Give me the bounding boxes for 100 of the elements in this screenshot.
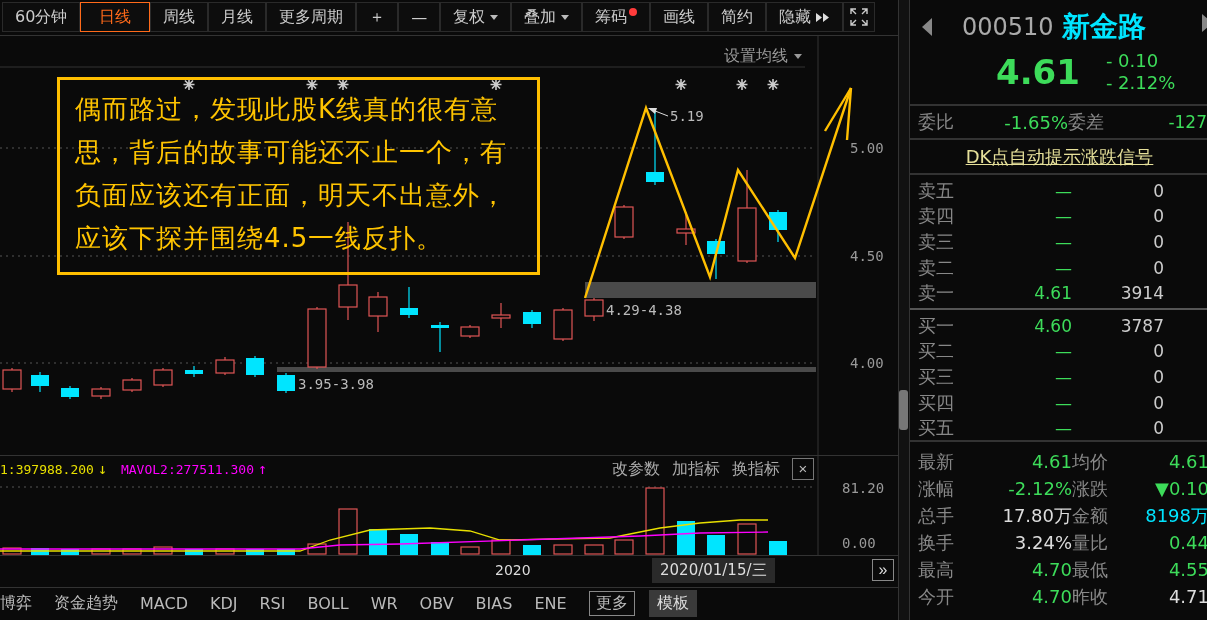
volume-bar: [246, 549, 264, 555]
indicator-tab[interactable]: KDJ: [209, 592, 238, 615]
close-button[interactable]: ×: [792, 458, 814, 480]
stat-label: 换手: [918, 530, 955, 555]
order-volume: 0: [1152, 206, 1164, 227]
candlestick: [431, 321, 449, 353]
period-tab[interactable]: 叠加: [511, 2, 583, 32]
order-volume: 0: [1152, 392, 1164, 413]
volume-bar: [707, 535, 725, 555]
stock-name: 新金路: [1061, 9, 1146, 45]
candlestick: [91, 386, 111, 400]
percent-change: - 2.12%: [1105, 72, 1176, 94]
double-triangle-icon: [816, 12, 831, 22]
period-tab[interactable]: —: [398, 2, 441, 32]
fullscreen-button[interactable]: [843, 2, 876, 32]
trend-arrow: ↑: [258, 460, 268, 478]
period-tab[interactable]: 复权: [440, 2, 512, 32]
fullscreen-icon: [850, 8, 869, 26]
period-tab[interactable]: 周线: [150, 2, 209, 32]
stat-label: 最新: [918, 449, 955, 474]
order-level-label: 买二: [918, 339, 955, 364]
panel-toggle-handle[interactable]: [899, 390, 908, 430]
price-axis-label: 4.50: [850, 248, 884, 264]
caret-icon: [794, 54, 802, 59]
order-level-label: 卖二: [918, 255, 955, 280]
candlestick: [61, 385, 79, 400]
year-label: 2020: [495, 562, 531, 578]
period-tab[interactable]: ＋: [356, 2, 399, 32]
stat-label: 最高: [918, 557, 955, 582]
stat-label: 昨收: [1072, 584, 1109, 609]
order-volume: 0: [1152, 257, 1164, 278]
order-price: —: [1054, 257, 1072, 278]
period-tab[interactable]: 简约: [708, 2, 767, 32]
indicator-tab[interactable]: 模板: [648, 590, 697, 617]
stat-value: 3.24%: [1013, 532, 1072, 553]
volume-axis-label: 0.00: [842, 535, 876, 551]
volume-bar: [523, 545, 541, 555]
indicator-action-button[interactable]: 改参数: [608, 458, 664, 480]
indicator-tab[interactable]: WR: [370, 592, 398, 615]
volume-bar: [61, 549, 79, 555]
stat-value: 4.70: [1030, 559, 1072, 580]
volume-bar: [185, 549, 203, 555]
indicator-action-button[interactable]: 换指标: [728, 458, 784, 480]
scroll-right-button[interactable]: »: [872, 559, 894, 581]
indicator-tab[interactable]: RSI: [259, 592, 286, 615]
field-value: -127: [1167, 112, 1207, 132]
period-tab[interactable]: 筹码: [582, 2, 651, 32]
order-volume: 0: [1152, 366, 1164, 387]
volume-bar: [677, 521, 695, 555]
indicator-tab[interactable]: 资金趋势: [54, 591, 118, 616]
order-volume: 3787: [1119, 315, 1164, 336]
signal-link[interactable]: DK点自动提示涨跌信号: [965, 144, 1154, 169]
order-volume: 0: [1152, 180, 1164, 201]
stat-label: 今开: [918, 584, 955, 609]
period-tab[interactable]: 60分钟: [2, 2, 81, 32]
candlestick: [491, 302, 511, 329]
order-price: —: [1054, 366, 1072, 387]
pointer-arrow: [648, 108, 669, 117]
candlestick: [523, 309, 541, 329]
order-level-label: 卖五: [918, 178, 955, 203]
indicator-tab[interactable]: OBV: [419, 592, 454, 615]
volume-bar: [645, 487, 665, 555]
indicator-tab[interactable]: ENE: [534, 592, 567, 615]
order-volume: 3914: [1119, 283, 1164, 304]
field-label: 委差: [1068, 110, 1105, 134]
stat-label: 涨幅: [918, 476, 955, 501]
cursor-date-label: 2020/01/15/三: [652, 558, 775, 583]
indicator-tab[interactable]: BOLL: [307, 592, 349, 615]
period-tab[interactable]: 隐藏: [766, 2, 844, 32]
stat-value: ▼0.10: [1154, 478, 1207, 499]
stat-value: 4.55: [1167, 559, 1207, 580]
order-level-label: 买五: [918, 416, 955, 441]
period-tab[interactable]: 更多周期: [266, 2, 357, 32]
indicator-tab[interactable]: BIAS: [475, 592, 513, 615]
candlestick: [246, 355, 264, 378]
stat-value: -2.12%: [1007, 478, 1072, 499]
period-tab[interactable]: 月线: [208, 2, 267, 32]
candlestick: [584, 297, 604, 322]
indicator-tab[interactable]: 博弈: [0, 591, 32, 616]
indicator-action-button[interactable]: 加指标: [668, 458, 724, 480]
order-level-label: 卖四: [918, 204, 955, 229]
caret-icon: [490, 14, 499, 20]
candlestick: [185, 365, 203, 378]
stat-label: 金额: [1072, 503, 1109, 528]
indicator-tab[interactable]: 更多: [588, 591, 635, 616]
period-tab[interactable]: 画线: [650, 2, 709, 32]
order-price: —: [1054, 232, 1072, 252]
candlestick: [614, 204, 634, 240]
volume-bar: [307, 543, 327, 555]
stat-label: 均价: [1072, 449, 1109, 474]
period-tab[interactable]: 日线: [80, 2, 151, 32]
ma-settings-menu[interactable]: 设置均线: [724, 46, 802, 67]
order-price: 4.60: [1033, 315, 1072, 336]
asterisk-icon: [182, 78, 196, 91]
indicator-tab[interactable]: MACD: [140, 592, 188, 615]
candlestick: [553, 307, 573, 342]
order-volume: 0: [1152, 418, 1164, 439]
zone-label: 4.29-4.38: [606, 302, 682, 318]
candlestick: [769, 209, 787, 243]
volume-bar: [584, 544, 604, 555]
